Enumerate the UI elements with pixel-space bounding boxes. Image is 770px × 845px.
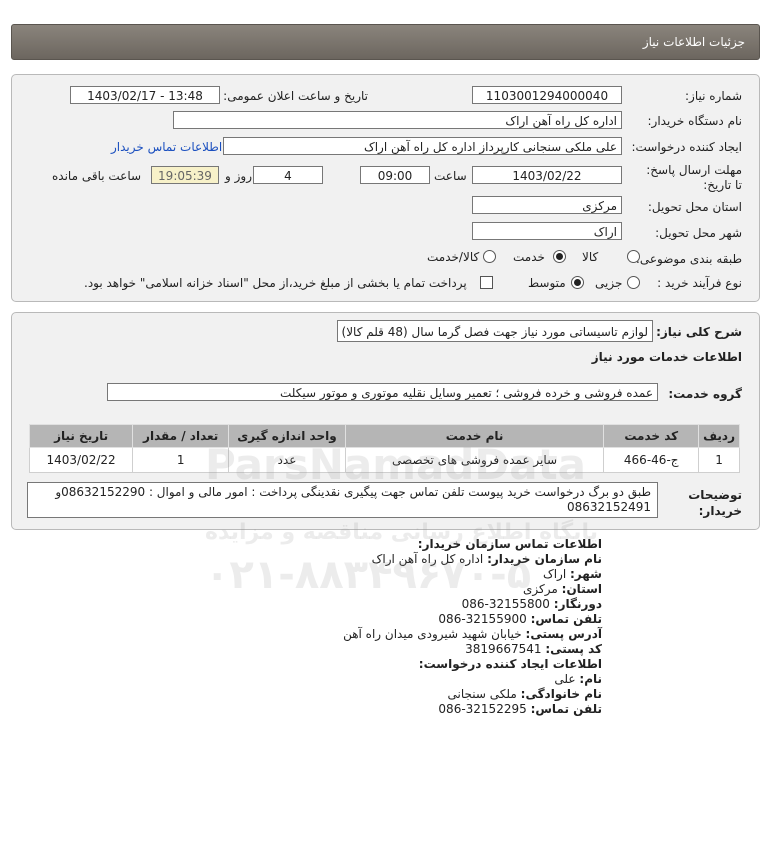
remaining-time-field: 19:05:39: [151, 166, 219, 184]
creator-phone-line: تلفن تماس: 086-32152295: [438, 702, 602, 716]
category-option-service: خدمت: [513, 250, 545, 264]
creator-label: ایجاد کننده درخواست:: [631, 140, 742, 154]
org-postal-line: کد پستی: 3819667541: [465, 642, 602, 656]
treasury-text: پرداخت تمام یا بخشی از مبلغ خرید،از محل …: [84, 276, 467, 290]
announce-field: 1403/02/17 - 13:48: [70, 86, 220, 104]
services-title: اطلاعات خدمات مورد نیاز: [591, 350, 742, 364]
category-radio-service[interactable]: [553, 250, 566, 263]
creator-family-line: نام خانوادگی: ملکی سنجانی: [447, 687, 602, 701]
col-name: نام خدمت: [344, 424, 605, 448]
need-number-field: 1103001294000040: [472, 86, 622, 104]
notes-field: طبق دو برگ درخواست خرید پیوست تلفن تماس …: [27, 482, 658, 518]
city-label: شهر محل تحویل:: [655, 226, 742, 240]
process-label: نوع فرآیند خرید :: [657, 276, 742, 290]
cell-unit: عدد: [228, 447, 346, 473]
page-title: جزئیات اطلاعات نیاز: [642, 35, 745, 49]
need-number-label: شماره نیاز:: [685, 89, 742, 103]
category-radio-goods-service[interactable]: [483, 250, 496, 263]
col-row: ردیف: [698, 424, 740, 448]
cell-row: 1: [698, 447, 740, 473]
process-option-medium: متوسط: [528, 276, 566, 290]
service-group-label: گروه خدمت:: [668, 387, 742, 401]
process-radio-medium[interactable]: [571, 276, 584, 289]
table-row: 1 ج-46-466 سایر عمده فروشی های تخصصی عدد…: [28, 447, 740, 473]
col-date: تاریخ نیاز: [28, 424, 134, 448]
service-group-field: عمده فروشی و خرده فروشی ؛ تعمیر وسایل نق…: [107, 383, 658, 401]
org-address-line: آدرس پستی: خیابان شهید شیرودی میدان راه …: [343, 627, 602, 641]
org-name-line: نام سازمان خریدار: اداره کل راه آهن اراک: [371, 552, 602, 566]
buyer-org-label: نام دستگاه خریدار:: [647, 114, 743, 128]
table-header-row: ردیف کد خدمت نام خدمت واحد اندازه گیری ت…: [28, 424, 740, 448]
treasury-checkbox[interactable]: [480, 276, 493, 289]
org-city-line: شهر: اراک: [542, 567, 602, 581]
org-info-title: اطلاعات تماس سازمان خریدار:: [417, 537, 602, 551]
category-radio-goods[interactable]: [627, 250, 640, 263]
city-field: اراک: [472, 222, 622, 240]
announce-label: تاریخ و ساعت اعلان عمومی:: [223, 89, 368, 103]
category-option-goods: کالا: [582, 250, 599, 264]
deadline-time-label: ساعت: [434, 169, 467, 183]
buyer-org-field: اداره کل راه آهن اراک: [173, 111, 622, 129]
creator-info-title: اطلاعات ایجاد کننده درخواست:: [418, 657, 602, 671]
deadline-label: مهلت ارسال پاسخ: تا تاریخ:: [646, 163, 742, 192]
org-province-line: استان: مرکزی: [523, 582, 602, 596]
remaining-label: ساعت باقی مانده: [52, 169, 142, 183]
notes-line-2: 08632152491: [567, 500, 651, 514]
category-label: طبقه بندی موضوعی:: [635, 252, 742, 266]
summary-label: شرح کلی نیاز:: [656, 325, 742, 339]
col-qty: تعداد / مقدار: [132, 424, 230, 448]
days-field: 4: [253, 166, 323, 184]
category-option-goods-service: کالا/خدمت: [427, 250, 480, 264]
services-table: ردیف کد خدمت نام خدمت واحد اندازه گیری ت…: [28, 424, 740, 473]
deadline-date-field: 1403/02/22: [472, 166, 622, 184]
summary-field: لوازم تاسیساتی مورد نیاز جهت فصل گرما سا…: [337, 320, 653, 342]
process-radio-minor[interactable]: [627, 276, 640, 289]
cell-code: ج-46-466: [603, 447, 700, 473]
org-phone-line: تلفن تماس: 086-32155900: [438, 612, 602, 626]
province-label: استان محل تحویل:: [647, 200, 742, 214]
creator-field: علی ملکی سنجانی کارپرداز اداره کل راه آه…: [223, 137, 622, 155]
buyer-contact-link[interactable]: اطلاعات تماس خریدار: [111, 140, 222, 154]
creator-name-line: نام: علی: [554, 672, 602, 686]
province-field: مرکزی: [472, 196, 622, 214]
days-label: روز و: [225, 169, 252, 183]
col-code: کد خدمت: [603, 424, 700, 448]
cell-qty: 1: [132, 447, 230, 473]
col-unit: واحد اندازه گیری: [228, 424, 346, 448]
org-fax-line: دورنگار: 086-32155800: [461, 597, 602, 611]
page-header: جزئیات اطلاعات نیاز: [11, 24, 760, 60]
notes-line-1: طبق دو برگ درخواست خرید پیوست تلفن تماس …: [55, 485, 651, 499]
cell-date: 1403/02/22: [28, 447, 134, 473]
process-option-minor: جزیی: [595, 276, 623, 290]
cell-name: سایر عمده فروشی های تخصصی: [344, 447, 605, 473]
notes-label: توضیحات خریدار:: [688, 488, 742, 518]
deadline-time-field: 09:00: [360, 166, 430, 184]
